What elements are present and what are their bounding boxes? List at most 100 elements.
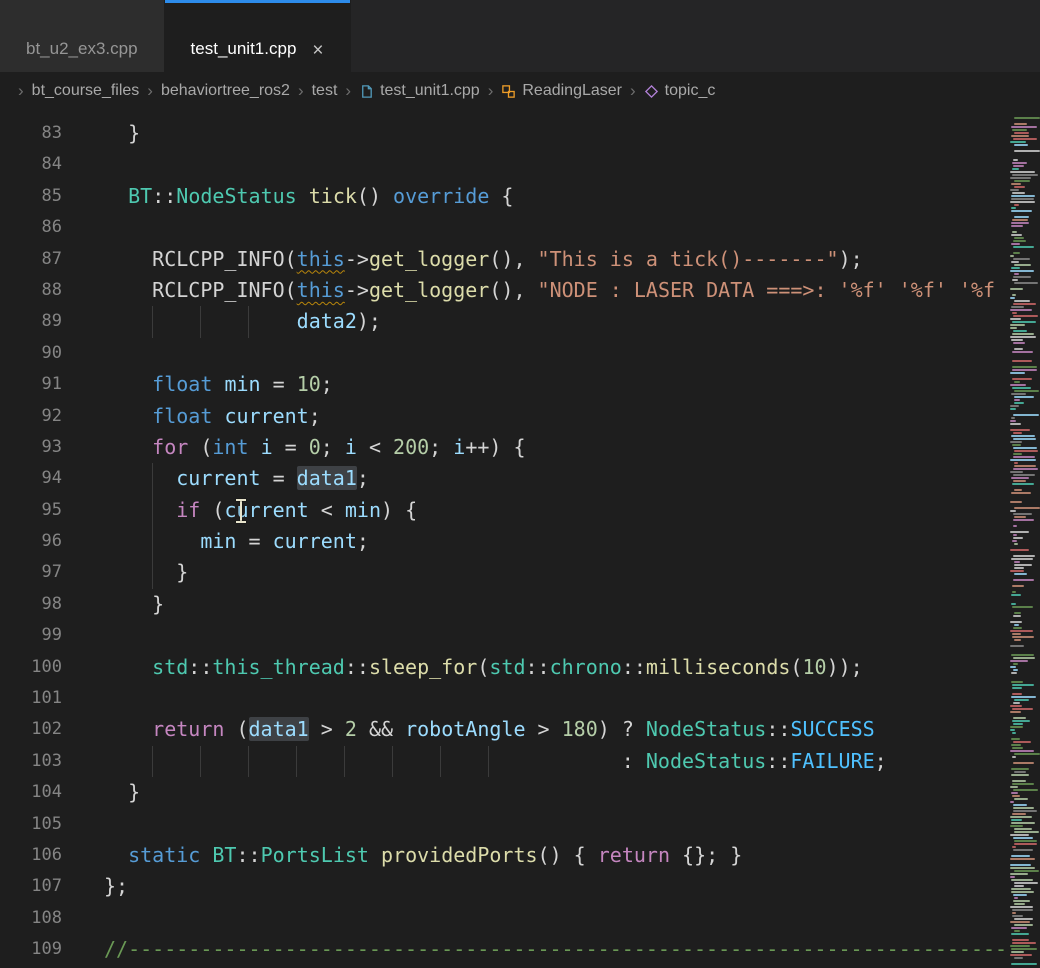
minimap-line	[1014, 216, 1029, 218]
minimap-line	[1010, 171, 1035, 173]
breadcrumb-item-test[interactable]: test	[312, 82, 338, 100]
indent-guide	[152, 526, 153, 557]
minimap-line	[1014, 882, 1038, 884]
code-text[interactable]: return (data1 > 2 && robotAngle > 180) ?…	[104, 714, 1008, 745]
code-token: float	[152, 372, 212, 396]
vscode-editor-window: bt_u2_ex3.cpptest_unit1.cpp× ›bt_course_…	[0, 0, 1040, 968]
code-line: 84	[0, 149, 1008, 180]
code-token: (	[790, 655, 802, 679]
code-text[interactable]: }	[104, 589, 1008, 620]
minimap-line	[1010, 420, 1016, 422]
minimap-line	[1010, 327, 1017, 329]
code-text[interactable]: }	[104, 557, 1008, 588]
minimap-line	[1014, 381, 1020, 383]
close-tab-icon[interactable]: ×	[312, 42, 323, 59]
minimap-line	[1010, 906, 1033, 908]
breadcrumb-item-ReadingLaser[interactable]: ReadingLaser	[501, 82, 622, 100]
tab-test_unit1.cpp[interactable]: test_unit1.cpp×	[165, 0, 351, 72]
minimap-line	[1014, 870, 1039, 872]
minimap-line	[1010, 384, 1026, 386]
minimap-line	[1010, 324, 1025, 326]
code-line: 106 static BT::PortsList providedPorts()…	[0, 840, 1008, 871]
minimap-line	[1011, 822, 1035, 824]
code-text[interactable]	[104, 338, 1008, 369]
minimap-line	[1014, 753, 1040, 755]
minimap-line	[1014, 390, 1039, 392]
minimap-line	[1010, 726, 1023, 728]
minimap-line	[1012, 192, 1025, 194]
line-number: 85	[0, 181, 62, 212]
code-text[interactable]: RCLCPP_INFO(this->get_logger(), "This is…	[104, 244, 1008, 275]
minimap-line	[1014, 264, 1031, 266]
minimap-line	[1011, 594, 1021, 596]
minimap-line	[1014, 489, 1022, 491]
code-text[interactable]	[104, 809, 1008, 840]
code-token: min	[200, 529, 236, 553]
breadcrumb-item-behaviortree_ros2[interactable]: behaviortree_ros2	[161, 82, 290, 100]
minimap-line	[1011, 696, 1036, 698]
minimap-line	[1010, 660, 1028, 662]
tab-bt_u2_ex3.cpp[interactable]: bt_u2_ex3.cpp	[0, 0, 165, 72]
breadcrumb-item-test_unit1.cpp[interactable]: test_unit1.cpp	[359, 82, 480, 100]
code-token	[104, 717, 152, 741]
code-text[interactable]	[104, 903, 1008, 934]
indent-guide	[152, 557, 153, 588]
code-text[interactable]: };	[104, 871, 1008, 902]
minimap-line	[1010, 549, 1029, 551]
code-line: 97 }	[0, 557, 1008, 588]
minimap-line	[1013, 615, 1021, 617]
code-text[interactable]: float current;	[104, 401, 1008, 432]
minimap-line	[1013, 723, 1023, 725]
code-token: std	[152, 655, 188, 679]
chevron-icon: ›	[18, 81, 24, 101]
code-text[interactable]: float min = 10;	[104, 369, 1008, 400]
code-token: ::	[236, 843, 260, 867]
minimap-line	[1010, 834, 1029, 836]
code-token	[212, 372, 224, 396]
code-text[interactable]: std::this_thread::sleep_for(std::chrono:…	[104, 652, 1008, 683]
code-token: ->	[345, 247, 369, 271]
minimap-line	[1014, 840, 1037, 842]
minimap-line	[1010, 864, 1031, 866]
minimap-line	[1014, 399, 1020, 401]
code-text[interactable]: for (int i = 0; i < 200; i++) {	[104, 432, 1008, 463]
minimap-line	[1014, 186, 1025, 188]
minimap-line	[1013, 789, 1038, 791]
minimap-line	[1014, 930, 1020, 932]
minimap-line	[1013, 555, 1035, 557]
code-line: 102 return (data1 > 2 && robotAngle > 18…	[0, 714, 1008, 745]
minimap[interactable]	[1008, 110, 1040, 968]
code-token: ::	[345, 655, 369, 679]
code-line: 107};	[0, 871, 1008, 902]
minimap-line	[1011, 891, 1034, 893]
code-text[interactable]	[104, 212, 1008, 243]
minimap-line	[1010, 711, 1021, 713]
line-number: 89	[0, 306, 62, 337]
code-text[interactable]: RCLCPP_INFO(this->get_logger(), "NODE : …	[104, 275, 1008, 306]
minimap-line	[1014, 828, 1032, 830]
code-token	[104, 749, 622, 773]
code-token: for	[152, 435, 188, 459]
code-text[interactable]	[104, 149, 1008, 180]
code-text[interactable]: }	[104, 777, 1008, 808]
code-text[interactable]: : NodeStatus::FAILURE;	[104, 746, 1008, 777]
code-token: ;	[321, 372, 333, 396]
minimap-line	[1014, 132, 1029, 134]
code-text[interactable]: static BT::PortsList providedPorts() { r…	[104, 840, 1008, 871]
breadcrumb-item-bt_course_files[interactable]: bt_course_files	[32, 82, 140, 100]
code-line: 91 float min = 10;	[0, 369, 1008, 400]
minimap-line	[1013, 702, 1020, 704]
code-text[interactable]: min = current;	[104, 526, 1008, 557]
line-number: 100	[0, 652, 62, 683]
code-text[interactable]: //--------------------------------------…	[104, 934, 1008, 965]
code-text[interactable]: }	[104, 118, 1008, 149]
minimap-line	[1013, 807, 1034, 809]
code-token: ) {	[381, 498, 417, 522]
code-text[interactable]	[104, 683, 1008, 714]
code-text[interactable]: data2);	[104, 306, 1008, 337]
breadcrumb-item-topic_c[interactable]: topic_c	[644, 82, 716, 100]
code-text[interactable]: BT::NodeStatus tick() override {	[104, 181, 1008, 212]
line-number: 108	[0, 903, 62, 934]
code-text[interactable]	[104, 620, 1008, 651]
code-text[interactable]: current = data1;	[104, 463, 1008, 494]
